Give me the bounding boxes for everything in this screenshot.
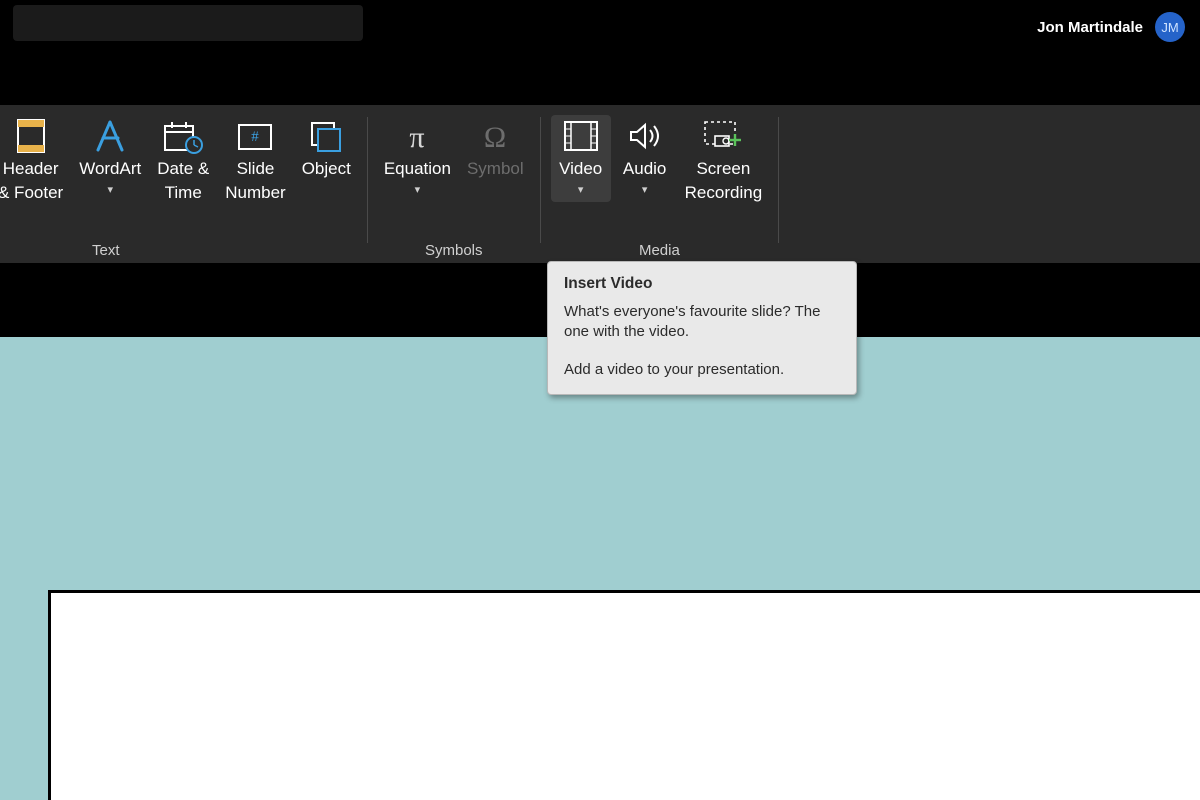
date-time-icon [161,117,205,155]
date-time-label: Date & Time [157,157,209,205]
chevron-down-icon: ▾ [415,183,421,196]
tooltip-title: Insert Video [564,274,840,294]
screen-recording-button[interactable]: Screen Recording [679,115,769,205]
tooltip-insert-video: Insert Video What's everyone's favourite… [547,261,857,395]
chevron-down-icon: ▾ [642,183,648,196]
object-icon [306,117,346,155]
chevron-down-icon: ▾ [578,183,584,196]
slide-number-button[interactable]: # Slide Number [219,115,291,205]
date-time-button[interactable]: Date & Time [151,115,215,205]
equation-label: Equation [384,157,451,181]
ribbon-tabstrip [0,50,1200,105]
avatar[interactable]: JM [1155,12,1185,42]
equation-icon: π [397,117,437,155]
tooltip-body: What's everyone's favourite slide? The o… [564,302,840,342]
equation-button[interactable]: π Equation ▾ [378,115,457,196]
slide[interactable] [48,590,1200,800]
ribbon: Header & Footer WordArt ▾ [0,105,1200,263]
wordart-icon [90,117,130,155]
symbol-label: Symbol [467,157,524,181]
group-media-label: Media [639,242,680,259]
chevron-down-icon: ▾ [107,183,113,196]
slide-number-icon: # [235,117,275,155]
wordart-button[interactable]: WordArt ▾ [73,115,147,196]
header-footer-button[interactable]: Header & Footer [0,115,69,205]
separator [367,117,368,243]
audio-label: Audio [623,157,666,181]
slide-number-label: Slide Number [225,157,285,205]
search-input[interactable] [13,5,363,41]
title-bar: Jon Martindale JM [0,0,1200,50]
screen-recording-label: Screen Recording [685,157,763,205]
svg-text:Ω: Ω [484,121,506,153]
wordart-label: WordArt [79,157,141,181]
audio-button[interactable]: Audio ▾ [615,115,675,196]
group-text-label: Text [92,242,120,259]
object-button[interactable]: Object [296,115,357,181]
video-label: Video [559,157,602,181]
svg-text:π: π [410,121,425,153]
user-area[interactable]: Jon Martindale JM [1037,12,1185,42]
group-text: Header & Footer WordArt ▾ [0,115,357,263]
symbol-icon: Ω [475,117,515,155]
separator [778,117,779,243]
slide-canvas[interactable] [0,337,1200,800]
symbol-button: Ω Symbol [461,115,530,181]
group-media: Video ▾ Audio ▾ [551,115,769,263]
object-label: Object [302,157,351,181]
header-footer-label: Header & Footer [0,157,63,205]
group-symbols: π Equation ▾ Ω Symbol Symbols [378,115,530,263]
separator [540,117,541,243]
group-symbols-label: Symbols [425,242,483,259]
user-name: Jon Martindale [1037,19,1143,36]
audio-icon [625,117,665,155]
header-footer-icon [16,117,46,155]
screen-recording-icon [701,117,745,155]
video-button[interactable]: Video ▾ [551,115,611,202]
video-icon [559,117,603,155]
tooltip-body: Add a video to your presentation. [564,360,840,380]
svg-text:#: # [252,129,260,145]
